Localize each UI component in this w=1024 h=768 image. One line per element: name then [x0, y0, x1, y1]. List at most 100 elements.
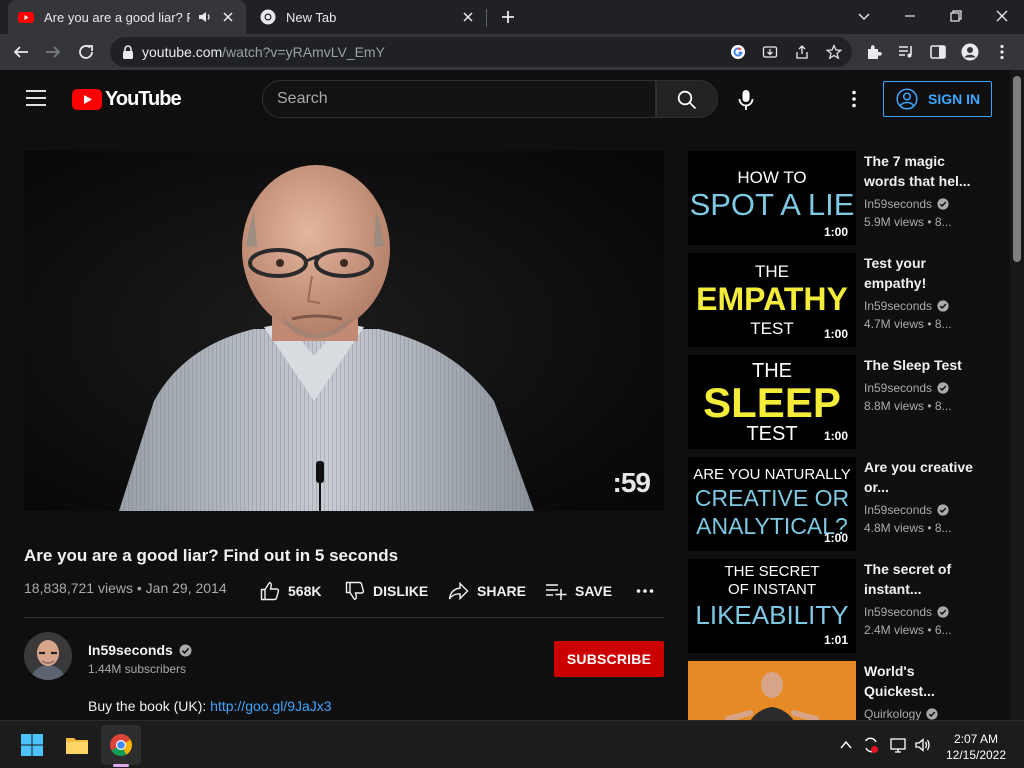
- sync-alert-icon[interactable]: [862, 736, 880, 754]
- new-tab-plus-icon[interactable]: [500, 9, 516, 25]
- reload-icon[interactable]: [77, 43, 95, 61]
- thumbnail-text: EMPATHY: [696, 281, 848, 317]
- thumbnail-presenter-image: [688, 661, 856, 720]
- playlist-add-icon: [546, 584, 567, 600]
- like-button[interactable]: 568K: [260, 578, 321, 604]
- video-player[interactable]: :59: [24, 151, 664, 511]
- lock-icon[interactable]: [122, 45, 134, 59]
- thumbnail-text: SLEEP: [703, 379, 841, 426]
- recommendation-item[interactable]: ARE YOU NATURALLY CREATIVE OR ANALYTICAL…: [688, 457, 988, 551]
- channel-avatar[interactable]: [24, 632, 72, 680]
- tab-title: Are you are a good liar? Find out in 5 s…: [44, 9, 190, 25]
- close-window-icon[interactable]: [994, 8, 1010, 24]
- like-count: 568K: [288, 583, 322, 599]
- close-tab-icon[interactable]: [460, 9, 476, 25]
- recommendation-title[interactable]: The secret of instant...: [864, 559, 976, 599]
- search-input[interactable]: [277, 89, 637, 109]
- thumbnail-text: ARE YOU NATURALLY: [693, 466, 851, 483]
- search-box[interactable]: [262, 80, 656, 118]
- bookmark-star-icon[interactable]: [826, 44, 842, 60]
- description-link[interactable]: http://goo.gl/9JaJx3: [210, 698, 331, 714]
- recommendation-channel[interactable]: In59seconds: [864, 381, 949, 395]
- subscriber-count: 1.44M subscribers: [88, 662, 187, 676]
- url-text: youtube.com/watch?v=yRAmvLV_EmY: [142, 44, 385, 60]
- media-controls-icon[interactable]: [897, 43, 915, 61]
- video-frame-presenter: [24, 151, 664, 511]
- recommendation-item[interactable]: THE SECRET OF INSTANT LIKEABILITY 1:01 T…: [688, 559, 988, 653]
- close-tab-icon[interactable]: [220, 9, 236, 25]
- recommendation-channel[interactable]: In59seconds: [864, 503, 949, 517]
- volume-icon[interactable]: [914, 736, 932, 754]
- recommendation-thumbnail[interactable]: THE SECRET OF INSTANT LIKEABILITY 1:01: [688, 559, 856, 653]
- dislike-label: DISLIKE: [373, 583, 429, 599]
- voice-search-mic-icon[interactable]: [736, 89, 756, 111]
- recommendation-item[interactable]: THE EMPATHY TEST 1:00 Test your empathy!…: [688, 253, 988, 347]
- recommendation-thumbnail[interactable]: ARE YOU NATURALLY CREATIVE OR ANALYTICAL…: [688, 457, 856, 551]
- recommendation-item[interactable]: HOW TO SPOT A LIE 1:00 The 7 magic words…: [688, 151, 988, 245]
- recommendation-channel[interactable]: In59seconds: [864, 605, 949, 619]
- recommendation-title[interactable]: World's Quickest...: [864, 661, 976, 701]
- address-bar[interactable]: youtube.com/watch?v=yRAmvLV_EmY: [110, 37, 852, 67]
- view-count: 18,838,721 views: [24, 580, 133, 596]
- search-icon: [677, 90, 697, 110]
- network-monitor-icon[interactable]: [889, 736, 907, 754]
- recommendation-title[interactable]: Test your empathy!: [864, 253, 976, 293]
- show-hidden-icons-chevron-icon[interactable]: [838, 737, 854, 753]
- windows-taskbar: 2:07 AM 12/15/2022: [0, 720, 1024, 768]
- search-button[interactable]: [656, 80, 718, 118]
- minimize-icon[interactable]: [902, 8, 918, 24]
- subscribe-button[interactable]: SUBSCRIBE: [554, 641, 664, 677]
- duration-badge: 1:01: [823, 633, 848, 647]
- recommendation-item[interactable]: World's Quickest... Quirkology: [688, 661, 988, 720]
- youtube-favicon-icon: [18, 12, 34, 23]
- chrome-menu-icon[interactable]: [993, 43, 1011, 61]
- restore-icon[interactable]: [948, 8, 964, 24]
- recommendation-thumbnail[interactable]: THE EMPATHY TEST 1:00: [688, 253, 856, 347]
- share-button[interactable]: SHARE: [448, 578, 526, 604]
- more-actions-button[interactable]: [636, 578, 662, 604]
- channel-name-link[interactable]: In59seconds: [88, 642, 192, 658]
- recommendation-title[interactable]: Are you creative or...: [864, 457, 976, 497]
- back-arrow-icon[interactable]: [12, 43, 30, 61]
- duration-badge: 1:00: [823, 429, 848, 443]
- video-description: Buy the book (UK): http://goo.gl/9JaJx3: [88, 698, 332, 714]
- chrome-taskbar-icon[interactable]: [109, 733, 133, 757]
- profile-avatar-icon[interactable]: [961, 43, 979, 61]
- save-button[interactable]: SAVE: [545, 578, 612, 604]
- settings-kebab-icon[interactable]: [850, 90, 858, 108]
- browser-toolbar: youtube.com/watch?v=yRAmvLV_EmY: [0, 34, 1024, 70]
- guide-menu-icon[interactable]: [26, 90, 46, 106]
- verified-badge-icon: [926, 708, 938, 720]
- share-page-icon[interactable]: [794, 44, 810, 60]
- recommendation-thumbnail[interactable]: THE SLEEP TEST 1:00: [688, 355, 856, 449]
- tab-youtube[interactable]: Are you are a good liar? Find out in 5 s…: [8, 0, 246, 34]
- tab-new-tab[interactable]: New Tab: [250, 0, 486, 34]
- recommendation-channel[interactable]: In59seconds: [864, 299, 949, 313]
- side-panel-icon[interactable]: [929, 43, 947, 61]
- dislike-button[interactable]: DISLIKE: [345, 578, 428, 604]
- tab-search-chevron-icon[interactable]: [856, 8, 872, 24]
- windows-start-icon[interactable]: [20, 733, 44, 757]
- extensions-puzzle-icon[interactable]: [865, 43, 883, 61]
- install-app-icon[interactable]: [762, 44, 778, 60]
- recommendation-thumbnail[interactable]: HOW TO SPOT A LIE 1:00: [688, 151, 856, 245]
- meta-separator: •: [136, 580, 142, 596]
- speaker-icon[interactable]: [198, 10, 212, 24]
- recommendation-item[interactable]: THE SLEEP TEST 1:00 The Sleep Test In59s…: [688, 355, 988, 449]
- recommendation-title[interactable]: The 7 magic words that hel...: [864, 151, 976, 191]
- file-explorer-icon[interactable]: [65, 733, 89, 757]
- recommendation-thumbnail[interactable]: [688, 661, 856, 720]
- sign-in-button[interactable]: SIGN IN: [883, 81, 992, 117]
- youtube-logo[interactable]: YouTube: [72, 88, 182, 110]
- forward-arrow-icon[interactable]: [44, 43, 62, 61]
- recommendation-title[interactable]: The Sleep Test: [864, 355, 976, 375]
- verified-badge-icon: [937, 606, 949, 618]
- system-clock[interactable]: 2:07 AM 12/15/2022: [944, 731, 1008, 763]
- page-scrollbar-thumb[interactable]: [1013, 76, 1021, 262]
- verified-badge-icon: [179, 644, 192, 656]
- recommendation-channel[interactable]: In59seconds: [864, 197, 949, 211]
- google-lens-icon[interactable]: [730, 44, 746, 60]
- channel-name: In59seconds: [88, 642, 173, 658]
- recommendation-meta: 5.9M views • 8...: [864, 215, 952, 229]
- recommendation-channel[interactable]: Quirkology: [864, 707, 938, 720]
